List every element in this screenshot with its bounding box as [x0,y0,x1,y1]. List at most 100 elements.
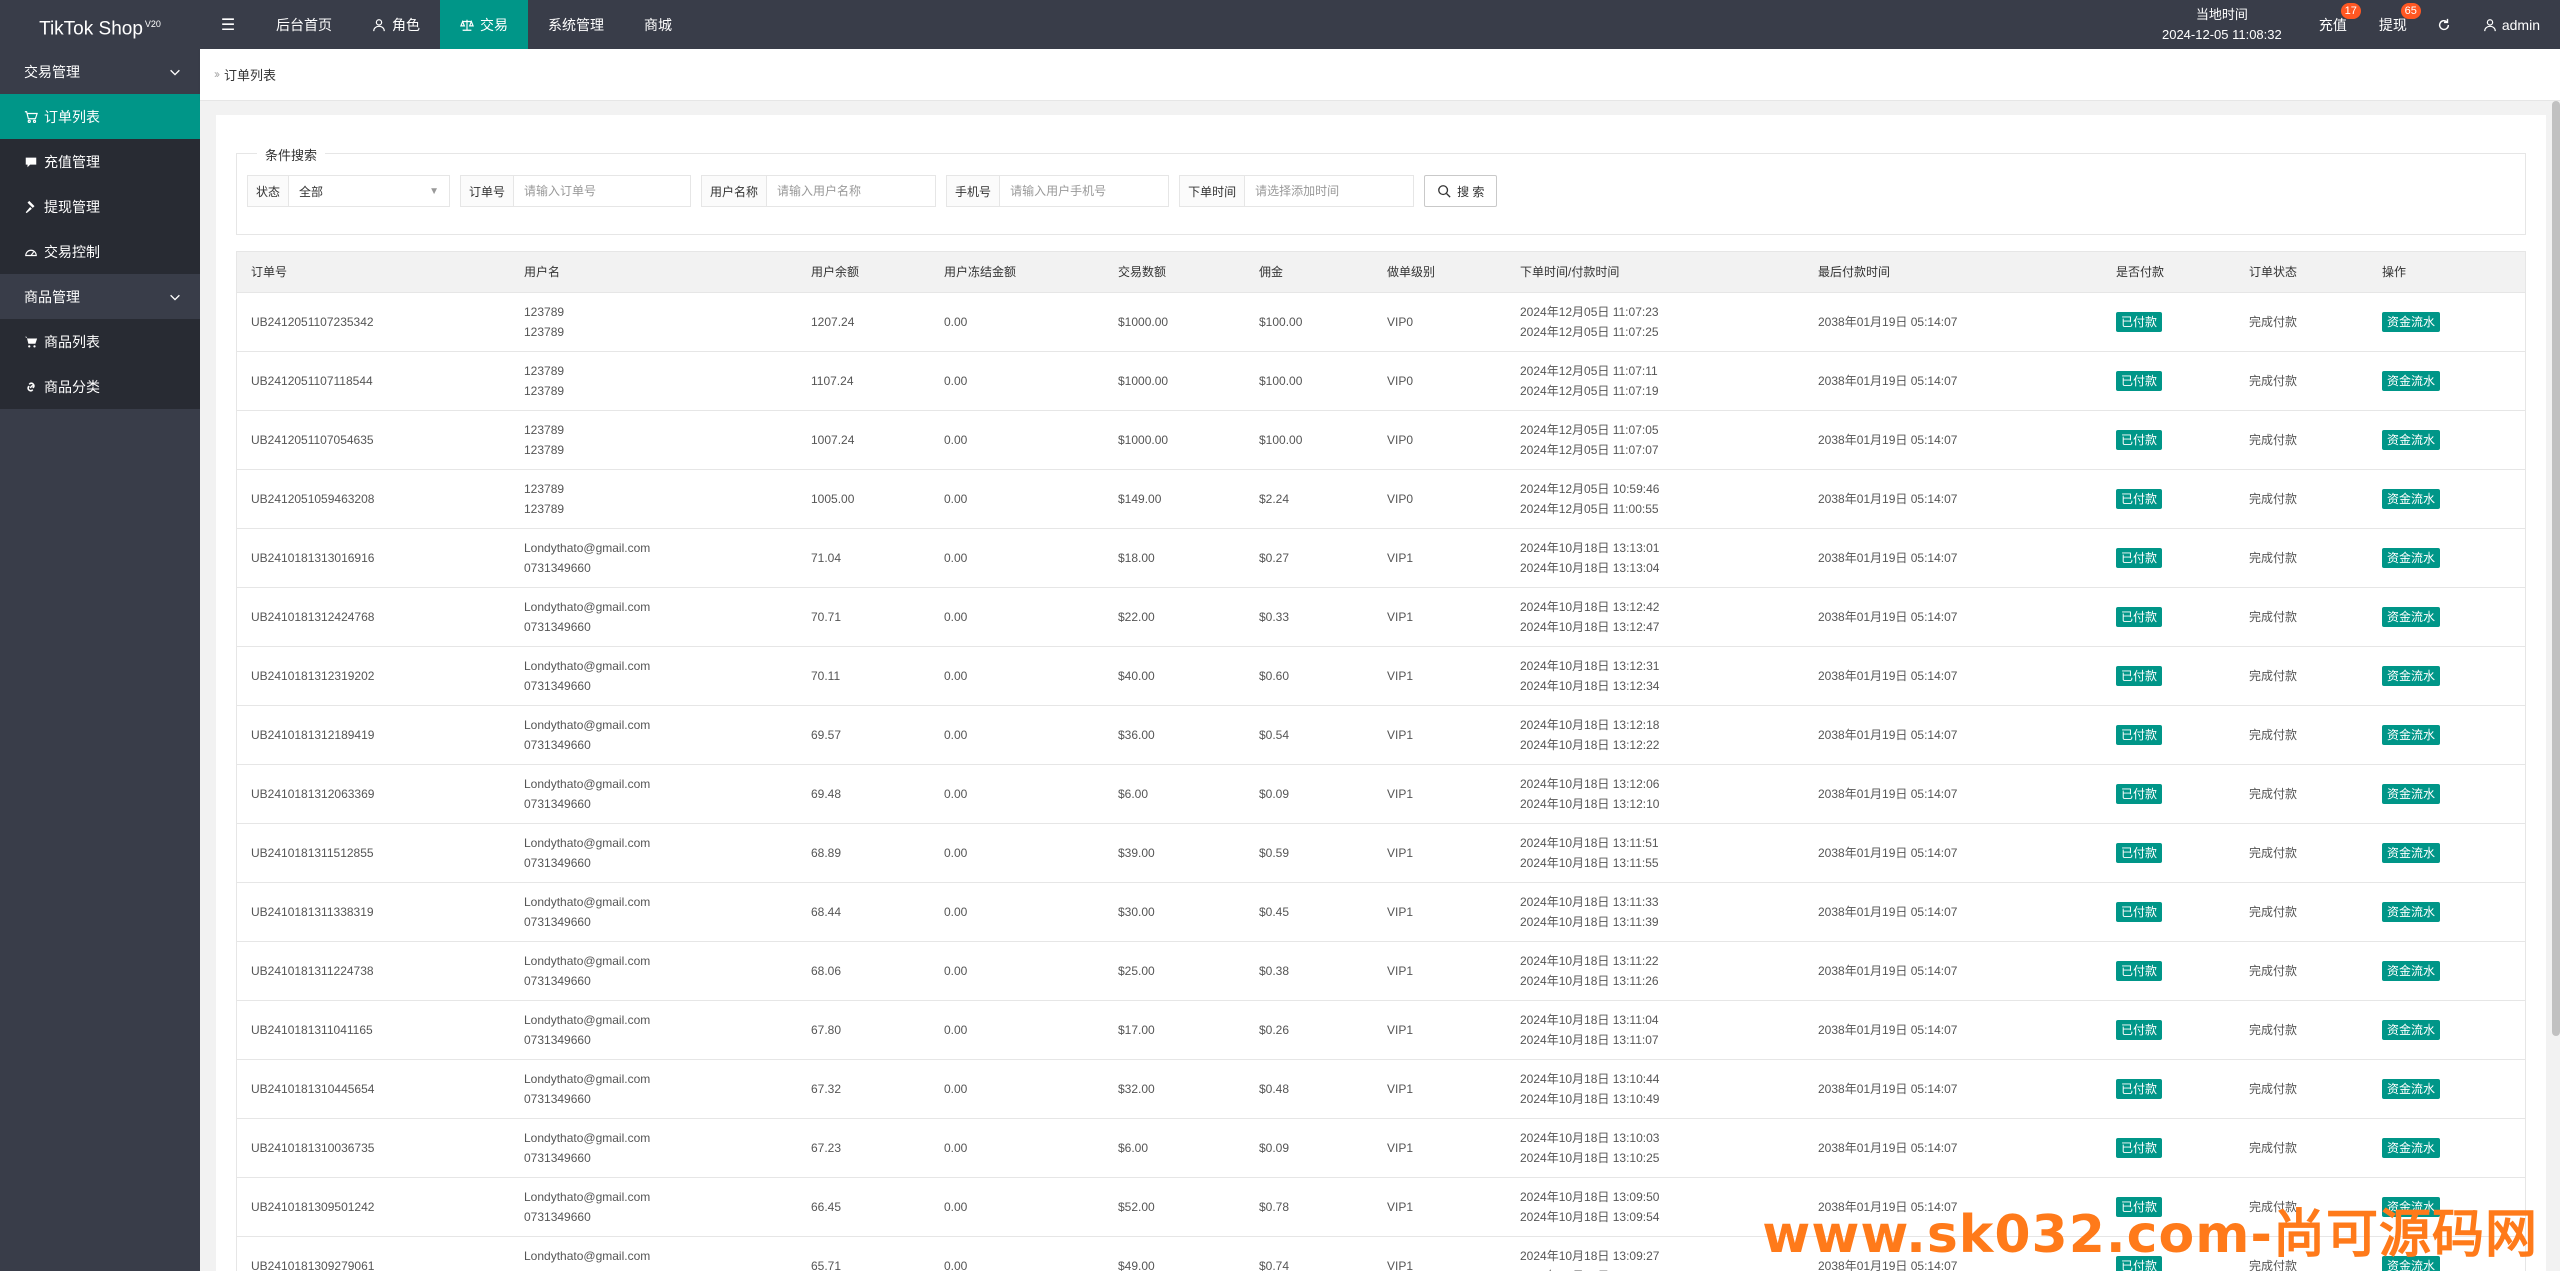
sidebar-item-trade-control[interactable]: 交易控制 [0,229,200,274]
fund-flow-button[interactable]: 资金流水 [2382,1137,2441,1158]
page-scrollbar[interactable] [2552,101,2560,1036]
user-account: Londythato@gmail.com [524,1189,651,1204]
balance: 69.48 [797,764,930,824]
order-time: 2024年10月18日 13:11:33 [1520,894,1659,909]
last-pay-time: 2038年01月19日 05:14:07 [1804,410,2102,470]
vip-level: VIP0 [1373,469,1506,529]
order-time: 2024年10月18日 13:12:31 [1520,658,1660,673]
user-account: Londythato@gmail.com [524,540,651,555]
vip-level: VIP1 [1373,941,1506,1001]
nav-mall[interactable]: 商城 [624,0,692,49]
trade-amount: $1000.00 [1104,292,1245,352]
sidebar-item-withdraw[interactable]: 提现管理 [0,184,200,229]
double-chevron-icon: ›› [214,67,220,81]
user-phone: 0731349660 [524,560,591,575]
paid-cell: 已付款 [2102,1059,2235,1119]
sidebar-group-trade[interactable]: 交易管理 [0,49,200,94]
last-pay-time: 2038年01月19日 05:14:07 [1804,882,2102,942]
vip-level: VIP0 [1373,351,1506,411]
time-input[interactable] [1245,176,1414,206]
order-time: 2024年10月18日 13:09:27 [1520,1248,1660,1263]
fund-flow-button[interactable]: 资金流水 [2382,1078,2441,1099]
withdraw-link[interactable]: 提现 65 [2363,0,2423,49]
fund-flow-button[interactable]: 资金流水 [2382,842,2441,863]
tab-order-list[interactable]: ›› 订单列表 [214,49,276,99]
status-select[interactable]: 全部 ▼ [289,176,449,206]
commission: $0.78 [1245,1177,1373,1237]
logo[interactable]: TikTok Shop V20 [0,0,200,49]
order-times: 2024年12月05日 10:59:46 2024年12月05日 11:00:55 [1506,469,1804,529]
order-label: 订单号 [461,176,515,206]
commission: $0.09 [1245,764,1373,824]
sidebar-item-orders[interactable]: 订单列表 [0,94,200,139]
fund-flow-button[interactable]: 资金流水 [2382,547,2441,568]
paid-badge: 已付款 [2116,488,2163,509]
link-icon [27,381,35,392]
nav-system[interactable]: 系统管理 [528,0,624,49]
time-label: 下单时间 [1180,176,1246,206]
commission: $100.00 [1245,351,1373,411]
sidebar-item-label: 订单列表 [44,108,100,125]
order-times: 2024年10月18日 13:11:22 2024年10月18日 13:11:26 [1506,941,1804,1001]
orders-table: 订单号 用户名 用户余额 用户冻结金额 交易数额 佣金 做单级别 下单时间/付款时间 最后付款时… [236,251,2526,1271]
fund-flow-button[interactable]: 资金流水 [2382,665,2441,686]
fund-flow-button[interactable]: 资金流水 [2382,370,2441,391]
fund-flow-button[interactable]: 资金流水 [2382,783,2441,804]
order-time: 2024年10月18日 13:11:04 [1520,1012,1659,1027]
logo-version: V20 [144,19,161,29]
order-status: 完成付款 [2235,1000,2368,1060]
user-phone: 0731349660 [524,1150,591,1165]
order-times: 2024年12月05日 11:07:23 2024年12月05日 11:07:25 [1506,292,1804,352]
order-time: 2024年10月18日 13:11:51 [1520,835,1659,850]
order-time: 2024年10月18日 13:11:22 [1520,953,1659,968]
order-times: 2024年10月18日 13:11:04 2024年10月18日 13:11:07 [1506,1000,1804,1060]
order-status: 完成付款 [2235,410,2368,470]
sidebar-item-label: 商品分类 [44,378,100,395]
balance: 70.11 [797,646,930,706]
fund-flow-button[interactable]: 资金流水 [2382,1019,2441,1040]
fund-flow-button[interactable]: 资金流水 [2382,488,2441,509]
paid-badge: 已付款 [2116,783,2163,804]
fund-flow-button[interactable]: 资金流水 [2382,901,2441,922]
phone-input[interactable] [1000,176,1169,206]
sidebar-item-goods-list[interactable]: 商品列表 [0,319,200,364]
recharge-link[interactable]: 充值 17 [2303,0,2363,49]
balance: 68.44 [797,882,930,942]
user-name: admin [2501,16,2540,33]
nav-trade[interactable]: 交易 [440,0,528,49]
refresh-button[interactable] [2423,0,2465,49]
order-times: 2024年10月18日 13:09:50 2024年10月18日 13:09:54 [1506,1177,1804,1237]
username-input[interactable] [767,176,936,206]
order-no: UB2410181311338319 [237,882,510,942]
frozen-amount: 0.00 [930,410,1104,470]
order-no: UB2410181312424768 [237,587,510,647]
column-header: 下单时间/付款时间 [1506,252,1804,293]
menu-toggle-icon[interactable]: ☰ [200,0,256,49]
order-no: UB2410181312189419 [237,705,510,765]
fund-flow-button[interactable]: 资金流水 [2382,429,2441,450]
nav-home[interactable]: 后台首页 [256,0,352,49]
fund-flow-button[interactable]: 资金流水 [2382,311,2441,332]
search-button[interactable]: 搜 索 [1424,175,1498,207]
nav-role[interactable]: 角色 [352,0,440,49]
order-time: 2024年10月18日 13:12:06 [1520,776,1660,791]
user-icon [373,18,385,31]
order-input[interactable] [514,176,691,206]
fund-flow-button[interactable]: 资金流水 [2382,724,2441,745]
sidebar-group-goods[interactable]: 商品管理 [0,274,200,319]
trade-amount: $25.00 [1104,941,1245,1001]
fund-flow-button[interactable]: 资金流水 [2382,960,2441,981]
paid-badge: 已付款 [2116,724,2163,745]
sidebar-item-goods-category[interactable]: 商品分类 [0,364,200,409]
user-menu[interactable]: admin [2465,0,2560,49]
local-clock: 当地时间 2024-12-05 11:08:32 [2141,5,2303,45]
table-row: UB2412051107235342 123789 123789 1207.24 0.0… [237,292,2525,352]
search-button-label: 搜 索 [1457,184,1485,199]
order-time: 2024年12月05日 10:59:46 [1520,481,1660,496]
fund-flow-button[interactable]: 资金流水 [2382,606,2441,627]
last-pay-time: 2038年01月19日 05:14:07 [1804,823,2102,883]
user-account: 123789 [524,422,565,437]
sidebar-item-recharge[interactable]: 充值管理 [0,139,200,184]
action-cell: 资金流水 [2368,292,2525,352]
balance: 67.32 [797,1059,930,1119]
